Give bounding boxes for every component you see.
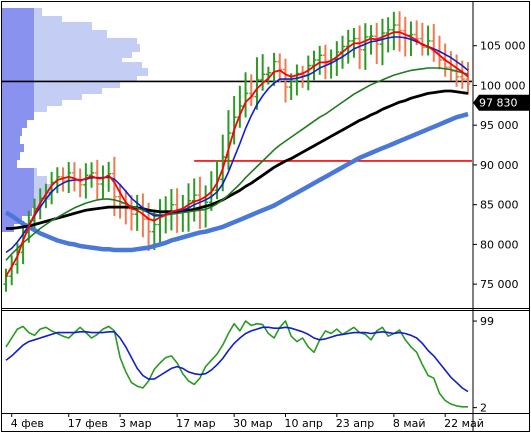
oscillator-axis-tick-label: 2 [480, 402, 487, 415]
volume-profile-bar [2, 152, 20, 160]
time-axis-tick-label: 23 апр [336, 417, 374, 430]
oscillator-axis-tick-label: 99 [480, 315, 494, 328]
oscillator-panel-border [1, 310, 530, 414]
price-axis-tick-label: 90 000 [480, 159, 519, 172]
volume-profile-bar [2, 112, 34, 120]
time-axis-tick-label: 3 мар [119, 417, 152, 430]
volume-profile-bar [2, 192, 34, 200]
volume-profile-bar-extended [34, 22, 92, 30]
volume-profile-bar [2, 8, 34, 16]
price-axis-tick-label: 80 000 [480, 238, 519, 251]
volume-profile-bar [2, 104, 34, 112]
price-axis-tick-label: 75 000 [480, 278, 519, 291]
price-axis: 105 000 100 000 95 000 90 000 85 000 80 000 75… [473, 40, 526, 291]
time-axis-tick-label: 10 апр [284, 417, 322, 430]
time-axis-tick-label: 30 мар [233, 417, 273, 430]
volume-profile-bar [2, 30, 34, 38]
osc-green-line [5, 320, 468, 408]
time-axis: 4 фев 17 фев 3 мар 17 мар 30 мар 10 апр 23 апр… [11, 413, 484, 430]
time-axis-tick-label: 22 май [444, 417, 484, 430]
price-axis-tick-label: 95 000 [480, 119, 519, 132]
chart-svg: 105 000 100 000 95 000 90 000 85 000 80 000 75… [1, 1, 530, 432]
volume-profile-bar [2, 168, 34, 176]
price-axis-tick-label: 100 000 [480, 79, 526, 92]
time-axis-tick-label: 4 фев [11, 417, 44, 430]
volume-profile-bar-extended [34, 168, 37, 176]
volume-profile-bar [2, 120, 27, 128]
time-axis-tick-label: 17 мар [176, 417, 216, 430]
volume-profile-bar-extended [34, 104, 47, 112]
volume-profile-bar [2, 128, 22, 136]
volume-profile-bar [2, 200, 34, 208]
time-axis-tick-label: 17 фев [68, 417, 108, 430]
chart-root: 105 000 100 000 95 000 90 000 85 000 80 000 75… [0, 0, 531, 433]
price-axis-tick-label: 85 000 [480, 199, 519, 212]
volume-profile-bar [2, 144, 24, 152]
current-price-label: 97 830 [479, 97, 518, 110]
volume-profile-bar [2, 136, 20, 144]
oscillator-panel: 99 2 [5, 315, 494, 415]
volume-profile-bar [2, 22, 34, 30]
price-axis-tick-label: 105 000 [480, 40, 526, 53]
osc-blue-line [5, 326, 469, 393]
volume-profile-bar-extended [34, 176, 47, 184]
volume-profile-bar [2, 184, 34, 192]
volume-profile-bar-extended [34, 8, 42, 16]
volume-profile-bar [2, 176, 34, 184]
volume-profile-bar-extended [34, 30, 107, 38]
current-price-tag: 97 830 [473, 94, 529, 111]
volume-profile-bar [2, 160, 17, 168]
time-axis-tick-label: 8 май [393, 417, 426, 430]
